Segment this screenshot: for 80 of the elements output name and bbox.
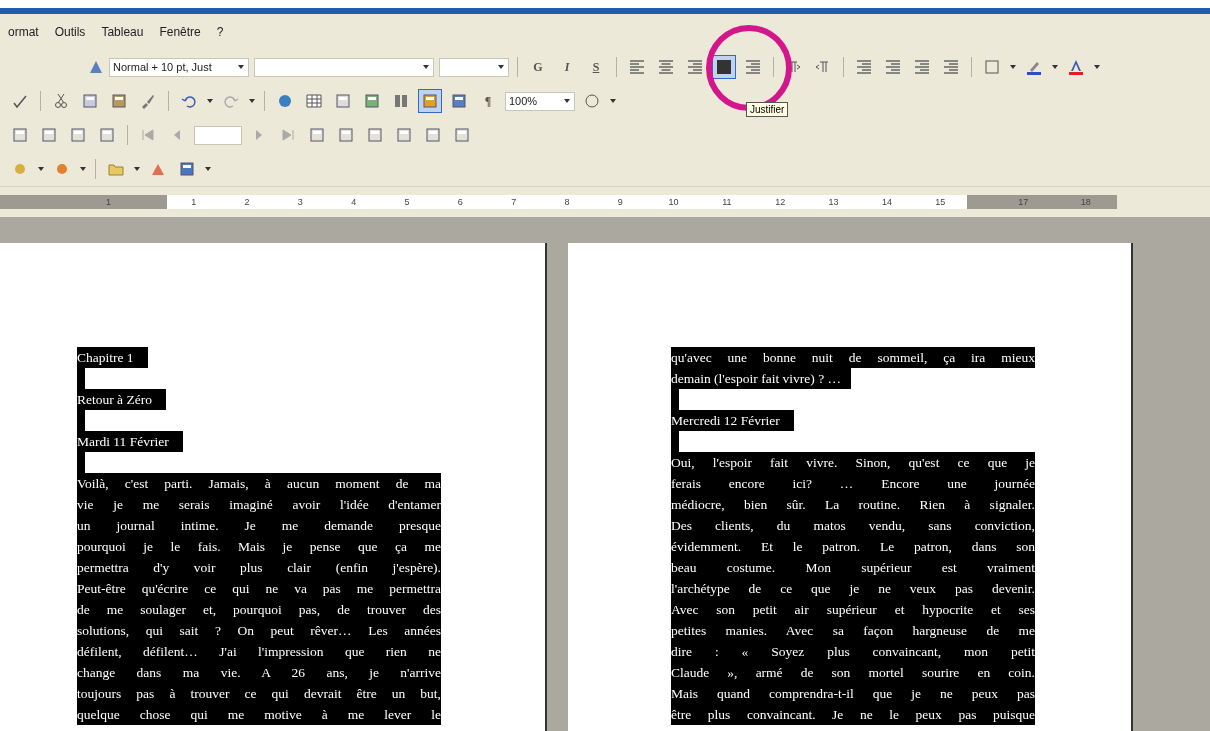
selected-heading: Retour à Zéro xyxy=(77,389,166,410)
window-icon xyxy=(335,93,351,109)
line-spacing-icon xyxy=(745,59,761,75)
document-icon xyxy=(309,127,325,143)
document-map-icon xyxy=(422,93,438,109)
table-icon xyxy=(306,93,322,109)
selected-heading: Chapitre 1 xyxy=(77,347,148,368)
ruler-number: 18 xyxy=(1079,196,1092,209)
document-icon xyxy=(425,127,441,143)
web-layout-button[interactable] xyxy=(418,89,442,113)
tooltip: Justifier xyxy=(746,102,789,117)
document-icon xyxy=(367,127,383,143)
outdent-icon xyxy=(914,59,930,75)
document-icon xyxy=(338,127,354,143)
paragraph-direction-icon xyxy=(815,59,831,75)
document-icon xyxy=(12,127,28,143)
ruler-number: 12 xyxy=(774,196,787,209)
selected-heading: Mercredi 12 Février xyxy=(671,410,794,431)
align-icon xyxy=(658,59,674,75)
ruler-number: 9 xyxy=(616,196,624,209)
menu-item[interactable]: ? xyxy=(216,25,224,39)
bullet-list-icon xyxy=(885,59,901,75)
underline-button[interactable]: S xyxy=(584,55,608,79)
align-button[interactable] xyxy=(712,55,736,79)
justify-icon xyxy=(716,59,732,75)
indent-icon xyxy=(943,59,959,75)
ruler-number: 1 xyxy=(105,196,112,209)
ruler-number: 8 xyxy=(563,196,571,209)
font-dropdown[interactable] xyxy=(254,57,434,77)
ruler-number: 17 xyxy=(1017,196,1030,209)
window-icon xyxy=(451,93,467,109)
ruler-number: 10 xyxy=(667,196,680,209)
window-icon xyxy=(364,93,380,109)
menu-item[interactable]: Fenêtre xyxy=(159,25,201,39)
document-icon xyxy=(99,127,115,143)
last-icon xyxy=(280,127,296,143)
ruler-number: 6 xyxy=(456,196,464,209)
document-icon xyxy=(41,127,57,143)
menu-item[interactable]: Outils xyxy=(54,25,86,39)
brush-icon xyxy=(140,93,156,109)
show-marks-button[interactable]: ¶ xyxy=(476,89,500,113)
ruler-number: 13 xyxy=(827,196,840,209)
columns-icon xyxy=(393,93,409,109)
border-icon xyxy=(984,59,1000,75)
clipboard-icon xyxy=(111,93,127,109)
bold-button[interactable]: G xyxy=(526,55,550,79)
ruler-number: 15 xyxy=(934,196,947,209)
record-field[interactable] xyxy=(194,125,242,145)
ruler-number: 2 xyxy=(243,196,251,209)
highlighter-icon xyxy=(1026,59,1042,75)
numbered-list-icon xyxy=(856,59,872,75)
align-icon xyxy=(629,59,645,75)
ruler-number: 14 xyxy=(880,196,893,209)
document-icon xyxy=(70,127,86,143)
menu-item[interactable]: Tableau xyxy=(101,25,144,39)
style-dropdown[interactable]: Normal + 10 pt, Just xyxy=(109,57,249,77)
folder-icon xyxy=(108,161,124,177)
copy-icon xyxy=(82,93,98,109)
selected-heading: Mardi 11 Février xyxy=(77,431,183,452)
align-icon xyxy=(687,59,703,75)
ruler-number: 11 xyxy=(721,196,733,209)
spellcheck-icon xyxy=(12,93,28,109)
ruler-number: 1 xyxy=(190,196,198,209)
menu-item[interactable]: ormat xyxy=(8,25,39,39)
ruler-number: 4 xyxy=(350,196,358,209)
document-icon xyxy=(454,127,470,143)
scissors-icon xyxy=(53,93,69,109)
document-icon xyxy=(396,127,412,143)
undo-icon xyxy=(181,93,197,109)
redo-icon xyxy=(223,93,239,109)
window-icon xyxy=(179,161,195,177)
italic-button[interactable]: I xyxy=(555,55,579,79)
style-icon xyxy=(88,59,104,75)
ruler-number: 3 xyxy=(296,196,304,209)
ruler-number: 7 xyxy=(510,196,518,209)
ruler-number: 5 xyxy=(403,196,411,209)
zoom-dropdown[interactable]: 100% xyxy=(505,91,575,111)
font-color-icon xyxy=(1068,59,1084,75)
font-size-dropdown[interactable] xyxy=(439,57,509,77)
first-icon xyxy=(140,127,156,143)
